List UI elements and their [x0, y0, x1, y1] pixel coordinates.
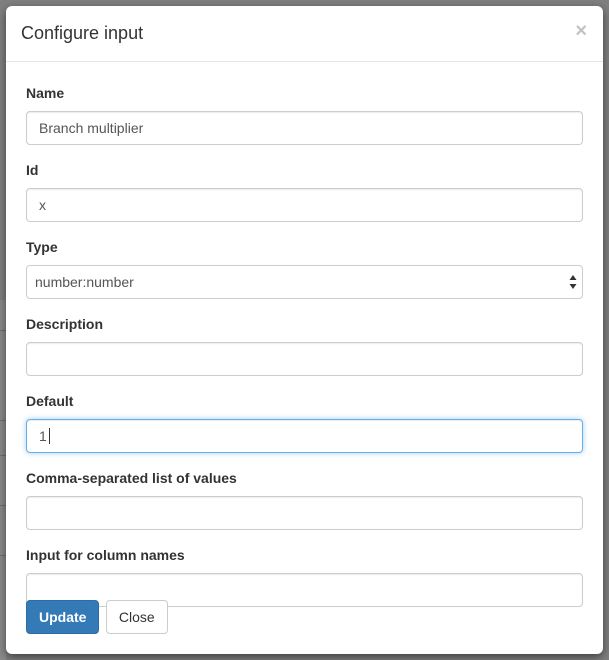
configure-input-dialog: Configure input × Name Id Type number:nu…: [6, 6, 603, 654]
dialog-title: Configure input: [21, 23, 144, 43]
type-label: Type: [26, 239, 58, 255]
close-icon[interactable]: ×: [575, 20, 587, 42]
name-group: Name: [26, 83, 583, 145]
update-button[interactable]: Update: [26, 600, 100, 634]
column-names-label: Input for column names: [26, 547, 185, 563]
dialog-actions: Update Close: [26, 600, 168, 634]
description-input[interactable]: [26, 342, 583, 376]
close-button[interactable]: Close: [105, 600, 168, 634]
type-select[interactable]: number:number: [26, 265, 583, 299]
type-select-value[interactable]: number:number: [26, 265, 583, 299]
type-group: Type number:number: [26, 237, 583, 299]
default-input-value: 1: [39, 428, 47, 444]
name-input[interactable]: [26, 111, 583, 145]
id-label: Id: [26, 162, 39, 178]
dialog-header: Configure input ×: [6, 6, 603, 62]
values-list-group: Comma-separated list of values: [26, 468, 583, 530]
values-list-input[interactable]: [26, 496, 583, 530]
description-label: Description: [26, 316, 104, 332]
default-group: Default 1: [26, 391, 583, 453]
id-input[interactable]: [26, 188, 583, 222]
text-cursor: [48, 428, 50, 444]
description-group: Description: [26, 314, 583, 376]
up-down-arrows-icon: [569, 275, 577, 289]
default-input[interactable]: 1: [26, 419, 583, 453]
dialog-body: Name Id Type number:number Description D…: [6, 62, 603, 607]
default-label: Default: [26, 393, 74, 409]
column-names-group: Input for column names: [26, 545, 583, 607]
id-group: Id: [26, 160, 583, 222]
values-list-label: Comma-separated list of values: [26, 470, 237, 486]
name-label: Name: [26, 85, 65, 101]
